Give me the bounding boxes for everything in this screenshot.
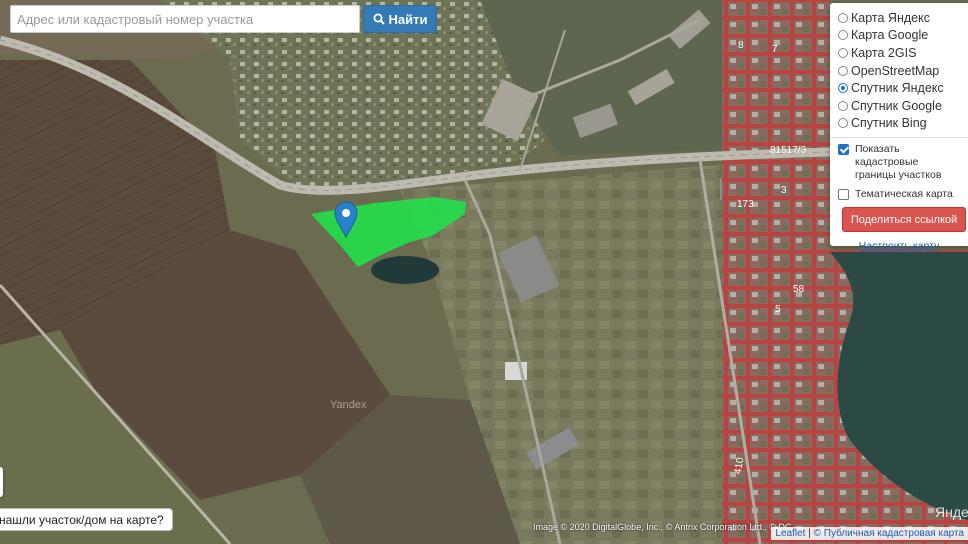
search-button[interactable]: Найти bbox=[363, 5, 437, 33]
layer-option-2gis-map[interactable]: Карта 2GIS bbox=[838, 44, 960, 62]
radio-button[interactable] bbox=[838, 65, 848, 76]
radio-button[interactable] bbox=[838, 100, 848, 111]
search-icon bbox=[373, 13, 385, 25]
side-panel-tab[interactable] bbox=[0, 467, 3, 497]
parcel-label: 58 bbox=[793, 284, 805, 295]
search-input[interactable] bbox=[10, 5, 360, 33]
layer-option-label: Спутник Google bbox=[851, 98, 942, 113]
search-button-label: Найти bbox=[388, 11, 428, 27]
parcel-label: 81517/3 bbox=[770, 145, 807, 156]
parcel-label: 7 bbox=[772, 44, 778, 55]
radio-button[interactable] bbox=[838, 30, 848, 41]
show-cadastral-label: Показать кадастровые границы участков bbox=[855, 143, 942, 182]
share-link-button[interactable]: Поделиться ссылкой bbox=[842, 207, 966, 233]
layer-option-label: Карта 2GIS bbox=[851, 45, 917, 60]
parcel-label: 173 bbox=[737, 199, 754, 210]
map-attribution: Leaflet | © Публичная кадастровая карта bbox=[771, 527, 968, 540]
attribution-separator: | bbox=[808, 528, 811, 539]
imagery-attribution: Image © 2020 DigitalGlobe, Inc., © Antri… bbox=[533, 522, 793, 532]
cadastral-map-link[interactable]: © Публичная кадастровая карта bbox=[814, 528, 964, 539]
checkbox-checked[interactable] bbox=[838, 144, 849, 156]
layers-panel: Карта Яндекс Карта Google Карта 2GIS Ope… bbox=[830, 3, 968, 252]
thematic-map-label: Тематическая карта bbox=[855, 188, 953, 201]
configure-map-link[interactable]: Настроить карту bbox=[838, 240, 960, 252]
parcel-label: 8 bbox=[738, 40, 744, 51]
map-brand-logo: Янде bbox=[935, 504, 968, 520]
layer-option-label: OpenStreetMap bbox=[851, 63, 940, 78]
thematic-map-toggle[interactable]: Тематическая карта bbox=[838, 188, 960, 201]
layer-option-bing-satellite[interactable]: Спутник Bing bbox=[838, 115, 960, 133]
radio-button-selected[interactable] bbox=[838, 83, 848, 94]
layer-option-label: Спутник Bing bbox=[851, 116, 927, 131]
map-watermark: Yandex bbox=[330, 399, 367, 411]
layer-option-yandex-satellite[interactable]: Спутник Яндекс bbox=[838, 79, 960, 97]
layer-option-label: Карта Яндекс bbox=[851, 10, 930, 25]
radio-button[interactable] bbox=[838, 47, 848, 58]
show-cadastral-toggle[interactable]: Показать кадастровые границы участков bbox=[838, 143, 960, 182]
layer-option-label: Спутник Яндекс bbox=[851, 81, 944, 96]
layer-option-label: Карта Google bbox=[851, 28, 929, 43]
parcel-label: 5 bbox=[775, 304, 781, 315]
pond bbox=[371, 256, 439, 284]
found-on-map-button[interactable]: нашли участок/дом на карте? bbox=[0, 508, 173, 531]
satellite-map[interactable]: 81517/3 173 7 3 58 5 410 8 Yandex Янде bbox=[0, 0, 968, 544]
radio-button[interactable] bbox=[838, 118, 848, 129]
leaflet-link[interactable]: Leaflet bbox=[775, 528, 805, 539]
radio-button[interactable] bbox=[838, 12, 848, 23]
divider bbox=[830, 137, 968, 139]
layer-option-google-map[interactable]: Карта Google bbox=[838, 27, 960, 45]
parcel-label: 3 bbox=[781, 185, 787, 196]
layer-option-yandex-map[interactable]: Карта Яндекс bbox=[838, 9, 960, 27]
checkbox[interactable] bbox=[838, 189, 849, 201]
layer-option-openstreetmap[interactable]: OpenStreetMap bbox=[838, 62, 960, 80]
layer-option-google-satellite[interactable]: Спутник Google bbox=[838, 97, 960, 115]
